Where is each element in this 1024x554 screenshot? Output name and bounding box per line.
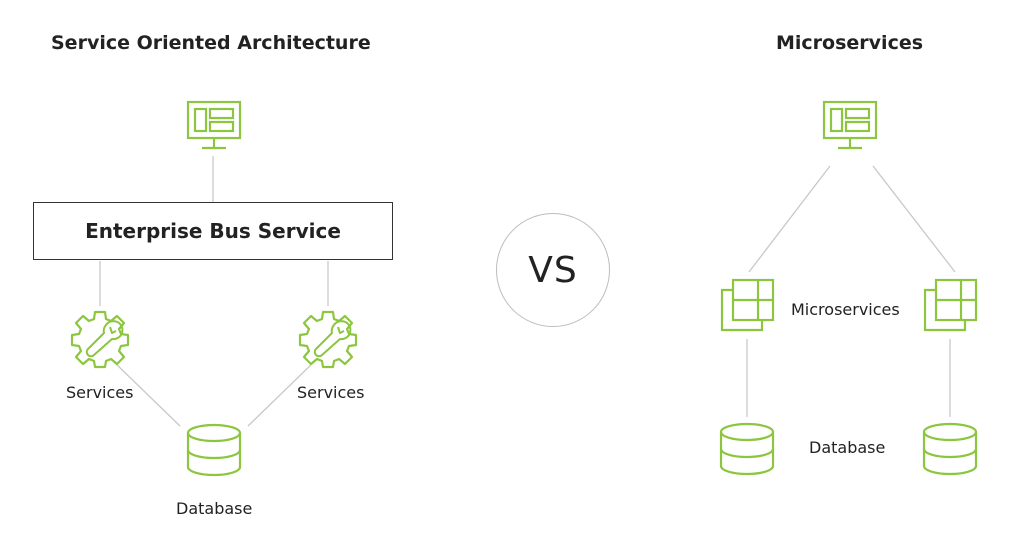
vs-circle: VS xyxy=(496,213,610,327)
soa-monitor-icon xyxy=(186,100,242,150)
enterprise-bus-label: Enterprise Bus Service xyxy=(85,219,341,243)
ms-database-label: Database xyxy=(809,438,886,457)
enterprise-bus-box: Enterprise Bus Service xyxy=(33,202,393,260)
soa-database-label: Database xyxy=(176,499,253,518)
microservice-grid-icon xyxy=(923,278,978,332)
gear-wrench-icon xyxy=(70,310,130,369)
ms-services-label: Microservices xyxy=(791,300,900,319)
microservice-grid-icon xyxy=(720,278,775,332)
ms-monitor-icon xyxy=(822,100,878,150)
vs-label: VS xyxy=(528,249,578,291)
soa-service-label-left: Services xyxy=(66,383,134,402)
soa-title: Service Oriented Architecture xyxy=(51,32,371,54)
ms-title: Microservices xyxy=(776,32,924,54)
ms-connectors xyxy=(746,165,956,417)
connector-client-ms-left xyxy=(748,165,831,273)
soa-connectors xyxy=(99,156,329,427)
connector-client-ms-right xyxy=(872,165,956,273)
ms-database-icon-left xyxy=(719,422,775,476)
gear-wrench-icon xyxy=(298,310,358,369)
soa-database-icon xyxy=(186,423,242,477)
soa-service-label-right: Services xyxy=(297,383,365,402)
ms-database-icon-right xyxy=(922,422,978,476)
